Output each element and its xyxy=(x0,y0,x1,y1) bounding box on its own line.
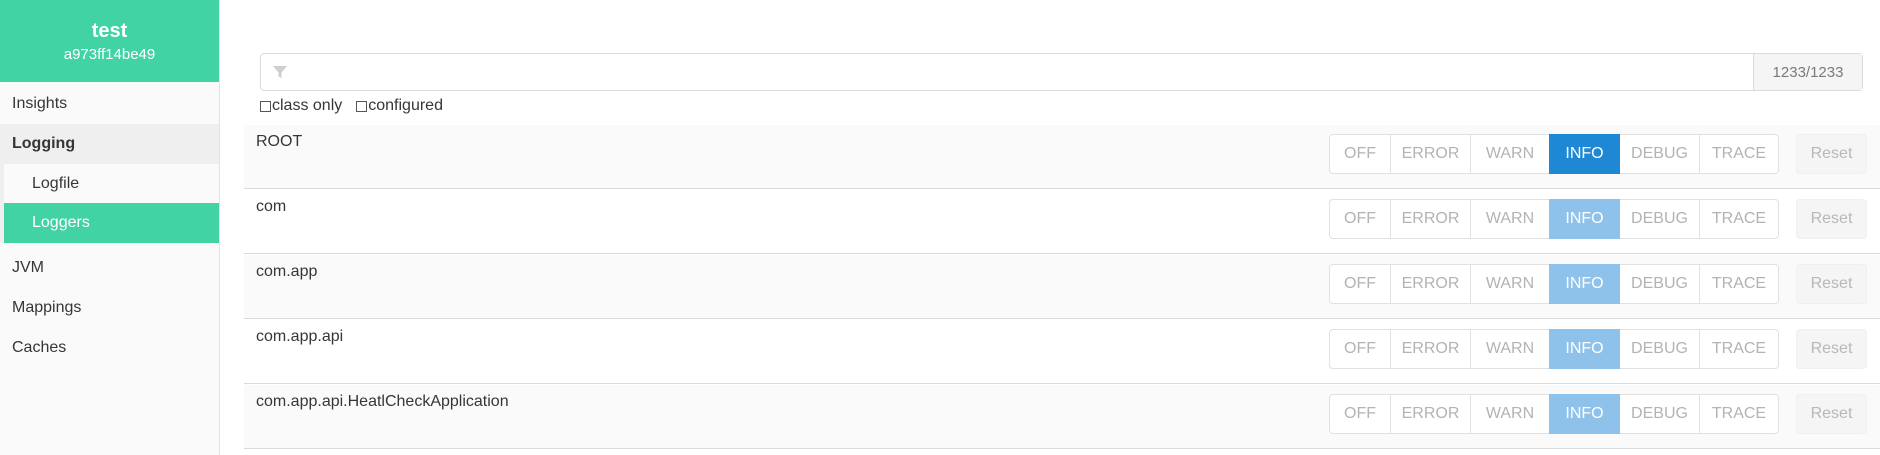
logger-row: com.app.api.HeatlCheckApplication OFF ERRO… xyxy=(244,385,1880,449)
level-button-debug[interactable]: DEBUG xyxy=(1619,394,1700,434)
log-level-group: OFF ERROR WARN INFO DEBUG TRACE xyxy=(1329,329,1779,369)
level-button-error[interactable]: ERROR xyxy=(1390,199,1471,239)
nav-mappings[interactable]: Mappings xyxy=(0,288,219,328)
logger-name: com xyxy=(256,198,287,215)
configured-option[interactable]: configured xyxy=(356,97,443,115)
filter-count: 1233/1233 xyxy=(1753,54,1862,90)
level-button-info[interactable]: INFO xyxy=(1549,134,1620,174)
level-button-off[interactable]: OFF xyxy=(1329,394,1391,434)
configured-checkbox[interactable] xyxy=(356,100,368,112)
level-button-warn[interactable]: WARN xyxy=(1470,134,1550,174)
level-button-error[interactable]: ERROR xyxy=(1390,134,1471,174)
nav-indent-marker xyxy=(0,203,4,243)
level-button-trace[interactable]: TRACE xyxy=(1699,134,1779,174)
reset-button[interactable]: Reset xyxy=(1796,264,1867,304)
nav-logfile[interactable]: Logfile xyxy=(0,164,219,204)
logger-name: com.app.api xyxy=(256,328,344,345)
level-button-info[interactable]: INFO xyxy=(1549,264,1620,304)
level-button-info[interactable]: INFO xyxy=(1549,394,1620,434)
level-button-off[interactable]: OFF xyxy=(1329,329,1391,369)
nav-logfile-label: Logfile xyxy=(32,175,80,192)
logger-row: ROOT OFF ERROR WARN INFO DEBUG TRACE Reset xyxy=(244,125,1880,189)
nav-jvm[interactable]: JVM xyxy=(0,248,219,288)
log-level-group: OFF ERROR WARN INFO DEBUG TRACE xyxy=(1329,199,1779,239)
level-button-debug[interactable]: DEBUG xyxy=(1619,264,1700,304)
logger-name: com.app xyxy=(256,263,318,280)
log-level-group: OFF ERROR WARN INFO DEBUG TRACE xyxy=(1329,264,1779,304)
level-button-error[interactable]: ERROR xyxy=(1390,394,1471,434)
logger-row: com.app.api OFF ERROR WARN INFO DEBUG TRACE Res… xyxy=(244,320,1880,384)
level-button-debug[interactable]: DEBUG xyxy=(1619,329,1700,369)
instance-id: a973ff14be49 xyxy=(63,46,156,63)
log-level-group: OFF ERROR WARN INFO DEBUG TRACE xyxy=(1329,134,1779,174)
level-button-warn[interactable]: WARN xyxy=(1470,199,1550,239)
reset-button[interactable]: Reset xyxy=(1796,394,1867,434)
level-button-warn[interactable]: WARN xyxy=(1470,264,1550,304)
filter-input[interactable] xyxy=(299,54,1753,90)
logger-name: ROOT xyxy=(256,133,303,150)
level-button-debug[interactable]: DEBUG xyxy=(1619,134,1700,174)
logger-row: com.app OFF ERROR WARN INFO DEBUG TRACE Reset xyxy=(244,255,1880,319)
reset-button[interactable]: Reset xyxy=(1796,329,1867,369)
nav-logging[interactable]: Logging xyxy=(0,124,219,164)
reset-button[interactable]: Reset xyxy=(1796,134,1867,174)
nav-indent-marker xyxy=(0,164,4,204)
logger-row: com OFF ERROR WARN INFO DEBUG TRACE Reset xyxy=(244,190,1880,254)
class-only-label: class only xyxy=(272,97,343,114)
level-button-trace[interactable]: TRACE xyxy=(1699,329,1779,369)
level-button-error[interactable]: ERROR xyxy=(1390,329,1471,369)
level-button-warn[interactable]: WARN xyxy=(1470,394,1550,434)
level-button-off[interactable]: OFF xyxy=(1329,134,1391,174)
logger-filter: 1233/1233 xyxy=(260,53,1863,91)
level-button-trace[interactable]: TRACE xyxy=(1699,394,1779,434)
logger-name: com.app.api.HeatlCheckApplication xyxy=(256,393,509,410)
filter-icon xyxy=(261,54,299,90)
nav-insights[interactable]: Insights xyxy=(0,84,219,124)
nav-caches[interactable]: Caches xyxy=(0,328,219,368)
class-only-option[interactable]: class only xyxy=(260,97,342,115)
level-button-info[interactable]: INFO xyxy=(1549,199,1620,239)
filter-options: class only configured xyxy=(260,97,457,115)
level-button-info[interactable]: INFO xyxy=(1549,329,1620,369)
level-button-trace[interactable]: TRACE xyxy=(1699,264,1779,304)
reset-button[interactable]: Reset xyxy=(1796,199,1867,239)
class-only-checkbox[interactable] xyxy=(260,100,271,112)
nav-loggers[interactable]: Loggers xyxy=(0,203,219,243)
nav-loggers-label: Loggers xyxy=(32,214,90,231)
level-button-error[interactable]: ERROR xyxy=(1390,264,1471,304)
level-button-trace[interactable]: TRACE xyxy=(1699,199,1779,239)
log-level-group: OFF ERROR WARN INFO DEBUG TRACE xyxy=(1329,394,1779,434)
instance-name: test xyxy=(91,20,128,42)
level-button-debug[interactable]: DEBUG xyxy=(1619,199,1700,239)
sidebar: test a973ff14be49 Insights Logging Logfi… xyxy=(0,0,220,455)
instance-header: test a973ff14be49 xyxy=(0,0,219,82)
configured-label: configured xyxy=(368,97,443,114)
level-button-warn[interactable]: WARN xyxy=(1470,329,1550,369)
level-button-off[interactable]: OFF xyxy=(1329,264,1391,304)
level-button-off[interactable]: OFF xyxy=(1329,199,1391,239)
